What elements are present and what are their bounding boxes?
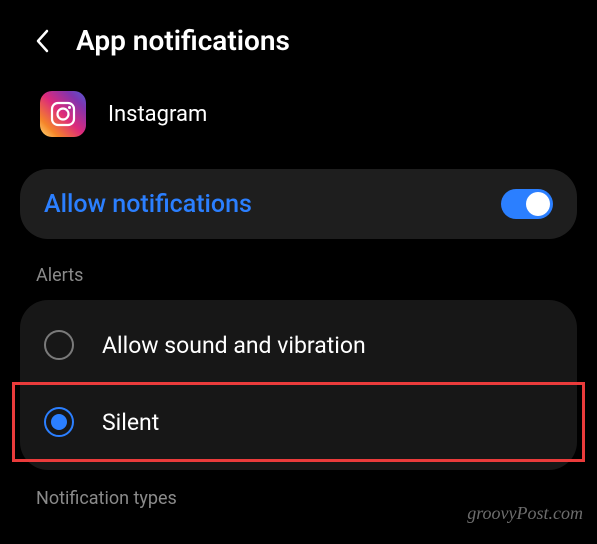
back-button[interactable] — [28, 27, 56, 55]
toggle-knob — [526, 192, 550, 216]
radio-selected-icon — [44, 407, 74, 437]
radio-unselected-icon — [44, 330, 74, 360]
radio-label: Allow sound and vibration — [102, 332, 366, 359]
page-title: App notifications — [76, 24, 290, 57]
radio-label: Silent — [102, 409, 159, 436]
alerts-section-label: Alerts — [0, 247, 597, 296]
radio-row-sound-vibration[interactable]: Allow sound and vibration — [20, 308, 577, 382]
radio-row-silent[interactable]: Silent — [12, 382, 585, 462]
allow-notifications-row[interactable]: Allow notifications — [20, 169, 577, 239]
allow-notifications-label: Allow notifications — [44, 190, 252, 219]
radio-dot-icon — [51, 414, 67, 430]
app-row: Instagram — [0, 77, 597, 161]
alerts-card: Allow sound and vibration Silent — [20, 300, 577, 470]
instagram-icon — [40, 91, 86, 137]
watermark: groovyPost.com — [467, 503, 583, 524]
allow-notifications-toggle[interactable] — [501, 189, 553, 219]
app-name: Instagram — [108, 102, 207, 127]
